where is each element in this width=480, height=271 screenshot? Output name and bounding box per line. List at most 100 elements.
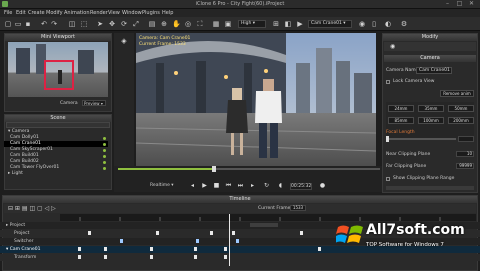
keyframe[interactable] — [210, 231, 213, 235]
keyframe[interactable] — [232, 231, 235, 235]
layout-icon[interactable]: ▦ — [212, 20, 220, 28]
camera-settings-icon[interactable]: ◉ — [358, 20, 366, 28]
maximize-button[interactable]: □ — [455, 1, 464, 7]
focal-length-field[interactable] — [458, 136, 474, 142]
zoom-icon[interactable]: ⊕ — [160, 20, 168, 28]
close-button[interactable]: ✕ — [467, 1, 476, 7]
keyframe[interactable] — [194, 247, 197, 251]
undo-icon[interactable]: ↶ — [40, 20, 48, 28]
keyframe[interactable] — [104, 255, 107, 259]
keyframe[interactable] — [104, 247, 107, 251]
keyframe[interactable] — [318, 247, 321, 251]
lens-35mm-button[interactable]: 35mm — [418, 105, 444, 112]
record-icon[interactable]: ● — [318, 182, 327, 190]
focal-length-thumb[interactable] — [386, 136, 389, 142]
grid-icon[interactable]: ⊞ — [272, 20, 280, 28]
options-icon[interactable]: ⚙ — [400, 20, 408, 28]
modify-scrollbar[interactable] — [386, 186, 474, 190]
rewind-icon[interactable]: ◂ — [188, 182, 197, 190]
timecode-field[interactable]: 00:25:32 — [290, 183, 312, 190]
menu-help[interactable]: Help — [162, 10, 173, 16]
keyframe[interactable] — [194, 255, 197, 259]
stop-icon[interactable]: ■ — [212, 182, 221, 190]
end-icon[interactable]: ▸ — [248, 182, 257, 190]
keyframe[interactable] — [236, 239, 239, 243]
main-viewport[interactable]: Camera: Cam Crane01 Current Frame: 1533 — [136, 33, 376, 166]
lock-icon[interactable]: ▤ — [148, 20, 156, 28]
quality-dropdown[interactable]: High ▾ — [238, 20, 266, 28]
menu-modify[interactable]: Modify — [46, 10, 63, 16]
keyframe[interactable] — [88, 231, 91, 235]
lens-100mm-button[interactable]: 100mm — [418, 117, 444, 124]
keyframe[interactable] — [78, 247, 81, 251]
visibility-dot[interactable] — [103, 137, 106, 140]
timeline-tool-icons[interactable]: ⊟ ⊞ ▤ ◫ ▢ ◁ ▷ — [8, 205, 56, 212]
keyframe[interactable] — [156, 231, 159, 235]
modify-tab-icon[interactable]: ◉ — [390, 43, 398, 50]
move-icon[interactable]: ✥ — [108, 20, 116, 28]
keyframe[interactable] — [224, 247, 227, 251]
play-icon[interactable]: ▶ — [200, 182, 209, 190]
camera-name-input[interactable]: Cam Crane01 — [416, 67, 452, 74]
lock-camera-checkbox[interactable] — [386, 80, 390, 84]
redo-icon[interactable]: ↷ — [50, 20, 58, 28]
gizmo-icon[interactable]: ◈ — [119, 37, 129, 45]
menu-create[interactable]: Create — [28, 10, 45, 16]
keyframe[interactable] — [150, 255, 153, 259]
current-frame-field[interactable]: 1533 — [290, 205, 306, 211]
open-folder-icon[interactable]: ▭ — [14, 20, 22, 28]
menu-window[interactable]: Window — [122, 10, 142, 16]
lens-50mm-button[interactable]: 50mm — [448, 105, 474, 112]
scale-icon[interactable]: ⤢ — [132, 20, 140, 28]
show-clip-checkbox[interactable] — [386, 177, 390, 181]
scene-item[interactable]: ▸ Light — [4, 171, 108, 177]
visibility-dot[interactable] — [103, 161, 106, 164]
keyframe[interactable] — [224, 255, 227, 259]
keyframe[interactable] — [120, 239, 123, 243]
menu-render[interactable]: Render — [90, 10, 108, 16]
menu-edit[interactable]: Edit — [16, 10, 26, 16]
next-frame-icon[interactable]: ⏭ — [236, 182, 245, 190]
lens-85mm-button[interactable]: 85mm — [388, 117, 414, 124]
visibility-dot[interactable] — [103, 143, 106, 146]
minimize-button[interactable]: – — [443, 1, 452, 7]
mini-viewport-render[interactable] — [8, 42, 108, 97]
keyframe[interactable] — [196, 239, 199, 243]
timeline-ruler[interactable] — [60, 214, 476, 221]
select-icon[interactable]: ⬚ — [80, 20, 88, 28]
remove-anim-button[interactable]: Remove anim — [440, 90, 474, 97]
fit-view-icon[interactable]: ⛶ — [196, 20, 204, 28]
keyframe-bar[interactable] — [250, 223, 278, 227]
rotate-icon[interactable]: ⟳ — [120, 20, 128, 28]
camera-icon[interactable]: ▶ — [296, 20, 304, 28]
prev-frame-icon[interactable]: ⏮ — [224, 182, 233, 190]
near-clip-field[interactable]: 10 — [456, 151, 474, 157]
keyframe[interactable] — [300, 231, 303, 235]
visibility-dot[interactable] — [103, 167, 106, 170]
timeline-playhead[interactable] — [229, 214, 230, 266]
time-slider-thumb[interactable] — [212, 166, 217, 172]
menu-animation[interactable]: Animation — [64, 10, 90, 16]
keyframe[interactable] — [150, 247, 153, 251]
timeline-row[interactable]: Transform — [0, 254, 480, 261]
keyframe[interactable] — [78, 255, 81, 259]
save-icon[interactable]: ▪ — [24, 20, 32, 28]
lens-200mm-button[interactable]: 200mm — [448, 117, 474, 124]
mini-preview-dropdown[interactable]: Preview ▾ — [82, 100, 106, 106]
lens-24mm-button[interactable]: 24mm — [388, 105, 414, 112]
camera-dropdown[interactable]: Cam Crane01 ▾ — [308, 20, 352, 28]
pointer-icon[interactable]: ➤ — [96, 20, 104, 28]
orbit-icon[interactable]: ◎ — [184, 20, 192, 28]
pan-icon[interactable]: ✋ — [172, 20, 181, 28]
focal-length-slider[interactable] — [386, 136, 456, 142]
menu-view[interactable]: View — [108, 10, 120, 16]
stereo-icon[interactable]: ◐ — [384, 20, 392, 28]
camera-section-header[interactable]: Camera — [384, 55, 476, 62]
new-project-icon[interactable]: ▢ — [4, 20, 12, 28]
playback-mode-dropdown[interactable]: Realtime ▾ — [150, 183, 180, 190]
display-icon[interactable]: ◧ — [284, 20, 292, 28]
frame-icon[interactable]: ▯ — [370, 20, 378, 28]
smart-gallery-icon[interactable]: ◫ — [68, 20, 76, 28]
scene-search[interactable] — [6, 122, 110, 128]
time-slider-track[interactable] — [118, 166, 380, 172]
